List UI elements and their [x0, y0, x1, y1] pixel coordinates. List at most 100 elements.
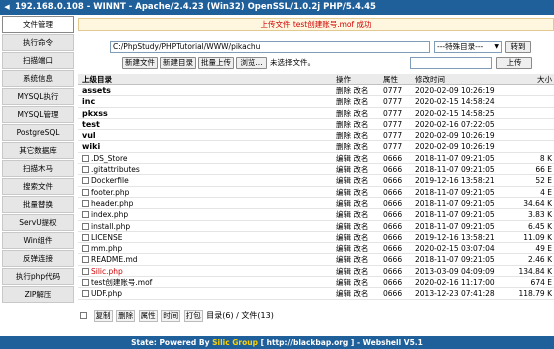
sidebar-item[interactable]: 反弹连接	[2, 250, 74, 267]
dir-link[interactable]: pkxss	[82, 108, 108, 119]
file-checkbox[interactable]	[82, 188, 89, 196]
file-checkbox[interactable]	[82, 256, 89, 264]
file-link[interactable]: .gitattributes	[91, 164, 140, 175]
permission-value[interactable]: 0666	[383, 198, 402, 209]
upload-filename-input[interactable]	[410, 57, 492, 69]
file-checkbox[interactable]	[82, 211, 89, 219]
dir-link[interactable]: inc	[82, 96, 95, 107]
permission-value[interactable]: 0777	[383, 119, 402, 130]
file-link[interactable]: UDF.php	[91, 288, 122, 299]
sidebar-item[interactable]: 系统信息	[2, 70, 74, 87]
file-link[interactable]: .DS_Store	[91, 153, 128, 164]
file-checkbox[interactable]	[82, 267, 89, 275]
parent-dir-link[interactable]: 上级目录	[82, 74, 112, 85]
file-actions[interactable]: 编辑 改名	[336, 187, 368, 198]
file-link[interactable]: README.md	[91, 254, 138, 265]
dir-link[interactable]: vul	[82, 130, 96, 141]
pack-button[interactable]: 打包	[183, 310, 203, 322]
file-checkbox[interactable]	[82, 199, 89, 207]
dir-actions[interactable]: 删除 改名	[336, 85, 368, 96]
permission-value[interactable]: 0666	[383, 266, 402, 277]
sidebar-item[interactable]: PostgreSQL	[2, 124, 74, 141]
path-input[interactable]: C:/PhpStudy/PHPTutorial/WWW/pikachu	[110, 41, 430, 53]
file-link[interactable]: footer.php	[91, 187, 129, 198]
new-file-button[interactable]: 新建文件	[122, 57, 158, 69]
file-checkbox[interactable]	[82, 245, 89, 253]
file-checkbox[interactable]	[82, 233, 89, 241]
permission-value[interactable]: 0777	[383, 141, 402, 152]
permission-value[interactable]: 0666	[383, 187, 402, 198]
file-link[interactable]: Dockerfile	[91, 175, 129, 186]
permission-value[interactable]: 0777	[383, 96, 402, 107]
sidebar-item[interactable]: 其它数据库	[2, 142, 74, 159]
dir-actions[interactable]: 删除 改名	[336, 130, 368, 141]
file-link[interactable]: LICENSE	[91, 232, 122, 243]
file-checkbox[interactable]	[82, 279, 89, 287]
dir-link[interactable]: assets	[82, 85, 111, 96]
sidebar-item[interactable]: 扫描木马	[2, 160, 74, 177]
goto-button[interactable]: 转到	[505, 41, 531, 53]
permission-value[interactable]: 0666	[383, 243, 402, 254]
permission-value[interactable]: 0777	[383, 130, 402, 141]
special-dir-select[interactable]: ---特殊目录--- ▼	[434, 41, 502, 53]
file-link[interactable]: Silic.php	[91, 266, 123, 277]
sidebar-item[interactable]: 搜索文件	[2, 178, 74, 195]
file-link[interactable]: test创建账号.mof	[91, 277, 152, 288]
file-actions[interactable]: 编辑 改名	[336, 198, 368, 209]
file-actions[interactable]: 编辑 改名	[336, 243, 368, 254]
permission-value[interactable]: 0666	[383, 254, 402, 265]
new-dir-button[interactable]: 新建目录	[160, 57, 196, 69]
file-link[interactable]: mm.php	[91, 243, 122, 254]
permission-value[interactable]: 0666	[383, 175, 402, 186]
sidebar-item[interactable]: 批量替换	[2, 196, 74, 213]
attr-button[interactable]: 属性	[138, 310, 158, 322]
permission-value[interactable]: 0666	[383, 277, 402, 288]
file-checkbox[interactable]	[82, 166, 89, 174]
browse-button[interactable]: 浏览...	[236, 57, 267, 69]
copy-button[interactable]: 复制	[93, 310, 113, 322]
sidebar-item[interactable]: 执行php代码	[2, 268, 74, 285]
file-checkbox[interactable]	[82, 177, 89, 185]
file-checkbox[interactable]	[82, 222, 89, 230]
sidebar-item[interactable]: 文件管理	[2, 16, 74, 33]
file-link[interactable]: index.php	[91, 209, 128, 220]
file-actions[interactable]: 编辑 改名	[336, 175, 368, 186]
sidebar-item[interactable]: 扫描端口	[2, 52, 74, 69]
sidebar-item[interactable]: 执行命令	[2, 34, 74, 51]
permission-value[interactable]: 0777	[383, 85, 402, 96]
permission-value[interactable]: 0666	[383, 221, 402, 232]
dir-actions[interactable]: 删除 改名	[336, 108, 368, 119]
permission-value[interactable]: 0666	[383, 288, 402, 299]
sidebar-item[interactable]: MYSQL执行	[2, 88, 74, 105]
permission-value[interactable]: 0666	[383, 209, 402, 220]
sidebar-item[interactable]: ServU提权	[2, 214, 74, 231]
file-actions[interactable]: 编辑 改名	[336, 266, 368, 277]
permission-value[interactable]: 0666	[383, 153, 402, 164]
file-actions[interactable]: 编辑 改名	[336, 232, 368, 243]
file-checkbox[interactable]	[82, 154, 89, 162]
file-link[interactable]: header.php	[91, 198, 133, 209]
dir-actions[interactable]: 删除 改名	[336, 119, 368, 130]
file-actions[interactable]: 编辑 改名	[336, 221, 368, 232]
collapse-arrow-icon[interactable]: ◀	[2, 0, 12, 15]
select-all-checkbox[interactable]	[80, 312, 87, 319]
file-actions[interactable]: 编辑 改名	[336, 254, 368, 265]
brand-link[interactable]: Silic Group	[212, 338, 258, 347]
permission-value[interactable]: 0777	[383, 108, 402, 119]
file-actions[interactable]: 编辑 改名	[336, 209, 368, 220]
permission-value[interactable]: 0666	[383, 232, 402, 243]
dir-actions[interactable]: 删除 改名	[336, 141, 368, 152]
file-checkbox[interactable]	[82, 290, 89, 298]
sidebar-item[interactable]: ZIP解压	[2, 286, 74, 303]
time-button[interactable]: 时间	[161, 310, 181, 322]
file-actions[interactable]: 编辑 改名	[336, 277, 368, 288]
permission-value[interactable]: 0666	[383, 164, 402, 175]
delete-button[interactable]: 删除	[116, 310, 136, 322]
batch-upload-button[interactable]: 批量上传	[198, 57, 234, 69]
dir-link[interactable]: test	[82, 119, 100, 130]
file-actions[interactable]: 编辑 改名	[336, 153, 368, 164]
dir-actions[interactable]: 删除 改名	[336, 96, 368, 107]
dir-link[interactable]: wiki	[82, 141, 100, 152]
file-actions[interactable]: 编辑 改名	[336, 164, 368, 175]
file-actions[interactable]: 编辑 改名	[336, 288, 368, 299]
